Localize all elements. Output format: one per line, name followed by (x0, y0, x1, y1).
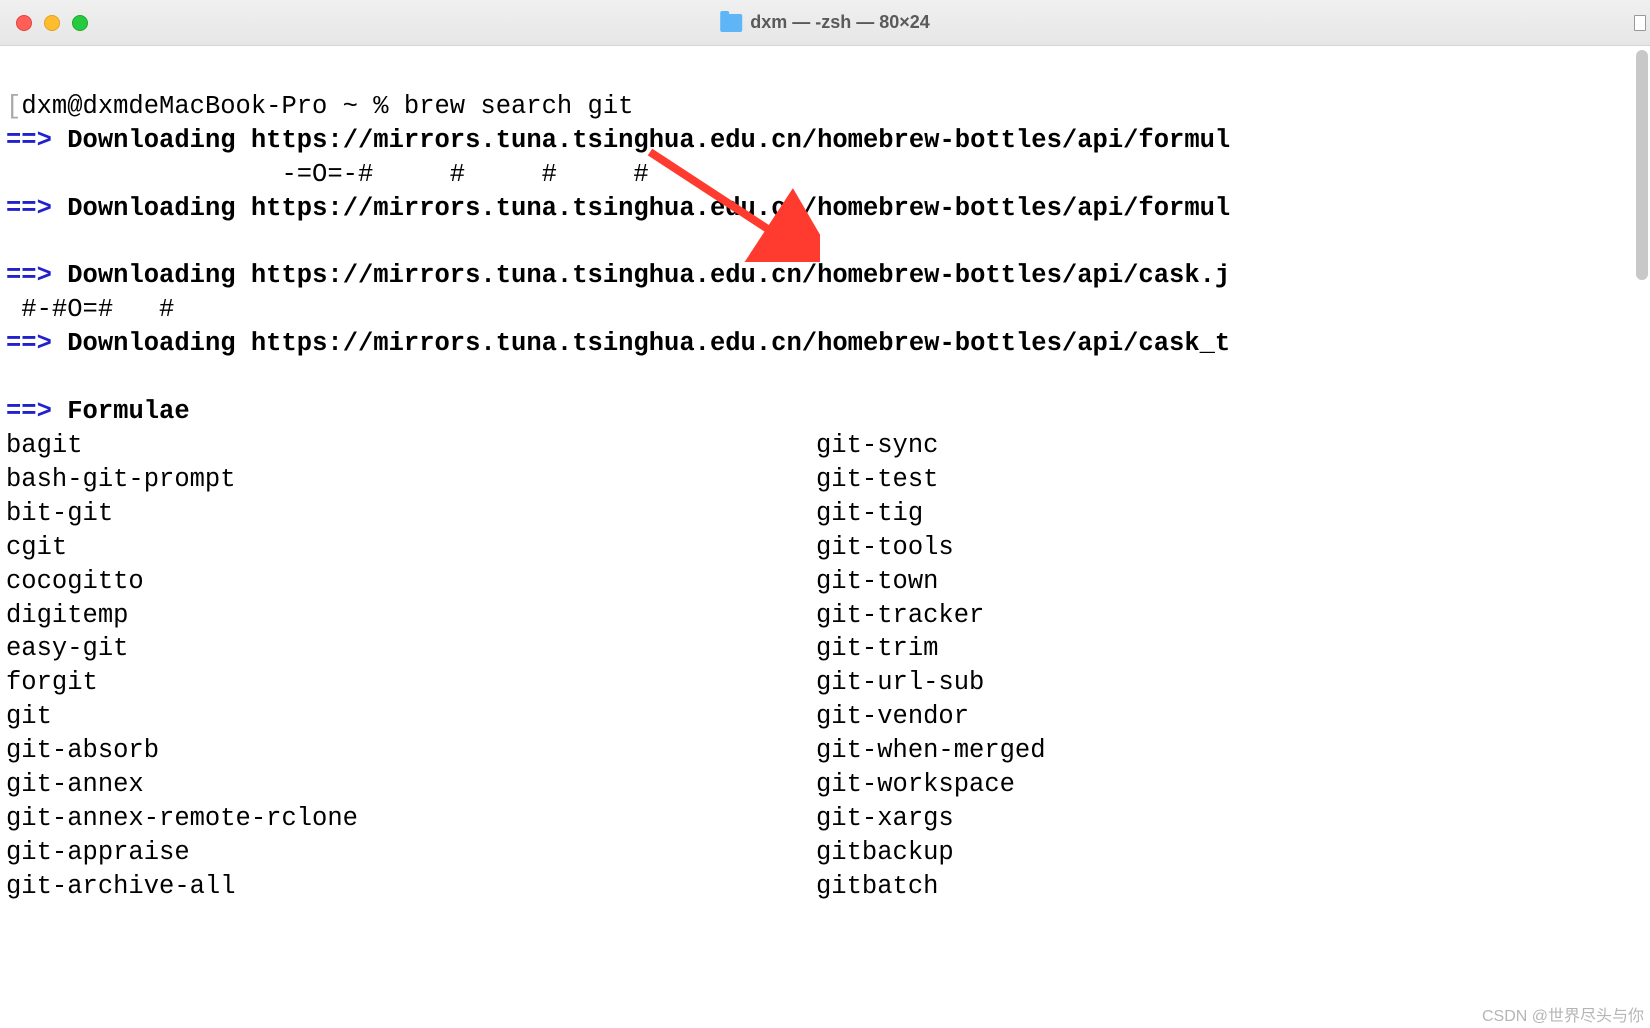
list-item: bit-git (6, 499, 113, 528)
terminal-window: dxm — -zsh — 80×24 [dxm@dxmdeMacBook-Pro… (0, 0, 1650, 1028)
formulae-columns: bagit bash-git-prompt bit-git cgit cocog… (6, 429, 1646, 904)
list-item: git-trim (816, 634, 938, 663)
list-item: easy-git (6, 634, 128, 663)
list-item: cgit (6, 533, 67, 562)
watermark: CSDN @世界尽头与你 (1482, 1002, 1644, 1026)
list-item: digitemp (6, 601, 128, 630)
list-item: git-vendor (816, 702, 969, 731)
download-url: https://mirrors.tuna.tsinghua.edu.cn/hom… (251, 126, 1230, 155)
download-url: https://mirrors.tuna.tsinghua.edu.cn/hom… (251, 194, 1230, 223)
progress-bar: -=O=-# # # # (6, 160, 649, 189)
page-icon (1634, 15, 1646, 31)
terminal-body[interactable]: [dxm@dxmdeMacBook-Pro ~ % brew search gi… (0, 46, 1650, 1028)
download-label: Downloading (67, 329, 235, 358)
arrow-icon: ==> (6, 329, 52, 358)
arrow-icon: ==> (6, 261, 52, 290)
download-url: https://mirrors.tuna.tsinghua.edu.cn/hom… (251, 329, 1230, 358)
close-icon[interactable] (16, 15, 32, 31)
folder-icon (720, 14, 742, 32)
list-item: git-tools (816, 533, 954, 562)
list-item: git-tracker (816, 601, 984, 630)
prompt-path: ~ % (327, 92, 404, 121)
arrow-icon: ==> (6, 397, 52, 426)
download-label: Downloading (67, 261, 235, 290)
list-item: cocogitto (6, 567, 144, 596)
download-label: Downloading (67, 126, 235, 155)
prompt-userhost: dxm@dxmdeMacBook-Pro (21, 92, 327, 121)
maximize-icon[interactable] (72, 15, 88, 31)
list-item: git-town (816, 567, 938, 596)
list-item: gitbackup (816, 838, 954, 867)
traffic-lights (16, 15, 88, 31)
window-title: dxm — -zsh — 80×24 (720, 12, 930, 33)
list-item: git-when-merged (816, 736, 1046, 765)
list-item: git-appraise (6, 838, 190, 867)
list-item: git-sync (816, 431, 938, 460)
arrow-icon: ==> (6, 194, 52, 223)
window-title-text: dxm — -zsh — 80×24 (750, 12, 930, 33)
arrow-icon: ==> (6, 126, 52, 155)
list-item: git (6, 702, 52, 731)
list-item: bagit (6, 431, 83, 460)
section-heading: Formulae (67, 397, 189, 426)
list-item: git-tig (816, 499, 923, 528)
list-item: forgit (6, 668, 98, 697)
download-label: Downloading (67, 194, 235, 223)
list-item: git-workspace (816, 770, 1015, 799)
progress-bar: #-#O=# # (6, 295, 174, 324)
list-item: git-annex (6, 770, 144, 799)
download-url: https://mirrors.tuna.tsinghua.edu.cn/hom… (251, 261, 1230, 290)
list-item: git-xargs (816, 804, 954, 833)
formulae-col-right: git-sync git-test git-tig git-tools git-… (816, 429, 1626, 904)
titlebar: dxm — -zsh — 80×24 (0, 0, 1650, 46)
list-item: git-archive-all (6, 872, 236, 901)
scrollbar[interactable] (1636, 50, 1648, 280)
list-item: bash-git-prompt (6, 465, 236, 494)
list-item: git-url-sub (816, 668, 984, 697)
list-item: git-absorb (6, 736, 159, 765)
formulae-col-left: bagit bash-git-prompt bit-git cgit cocog… (6, 429, 816, 904)
list-item: git-test (816, 465, 938, 494)
prompt-command: brew search git (404, 92, 634, 121)
list-item: gitbatch (816, 872, 938, 901)
prompt-bracket: [ (6, 92, 21, 121)
minimize-icon[interactable] (44, 15, 60, 31)
list-item: git-annex-remote-rclone (6, 804, 358, 833)
